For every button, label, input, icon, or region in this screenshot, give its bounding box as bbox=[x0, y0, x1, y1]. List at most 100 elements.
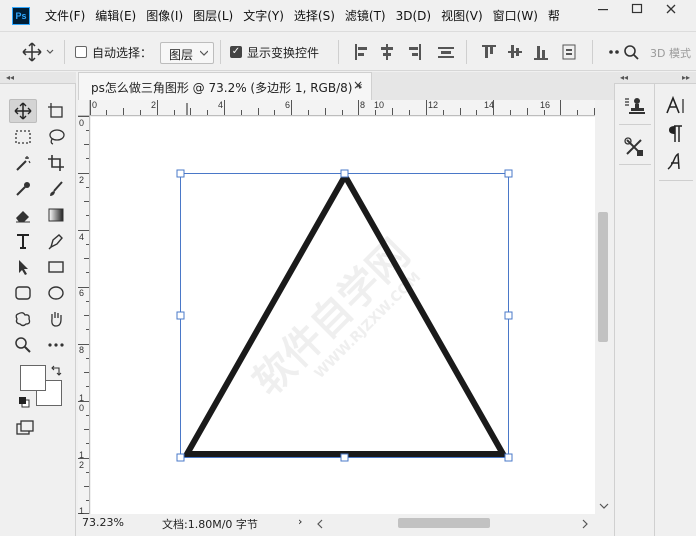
swap-icon bbox=[51, 365, 62, 376]
separator bbox=[64, 40, 65, 64]
swap-colors-button[interactable] bbox=[50, 365, 62, 380]
lasso-tool[interactable] bbox=[42, 125, 70, 149]
ruler-label: 1 0 bbox=[79, 393, 85, 413]
ellipse-icon bbox=[48, 286, 64, 300]
type-tool[interactable] bbox=[9, 229, 37, 253]
ruler-label: 8 bbox=[79, 345, 85, 355]
custom-shape-tool[interactable] bbox=[9, 307, 37, 331]
ruler-label: 14 bbox=[484, 100, 495, 110]
clone-source-panel-button[interactable] bbox=[618, 92, 652, 120]
maximize-button[interactable] bbox=[620, 0, 654, 24]
move-tool-preset[interactable] bbox=[22, 42, 54, 65]
arrow-pointer-icon bbox=[19, 260, 28, 275]
gradient-tool[interactable] bbox=[42, 203, 70, 227]
close-tab-icon[interactable]: × bbox=[353, 78, 363, 92]
ruler-label: 0 bbox=[92, 100, 98, 110]
menu-select[interactable]: 选择(S) bbox=[289, 0, 340, 32]
status-menu-arrow[interactable]: › bbox=[298, 515, 302, 528]
right-panel-column bbox=[614, 84, 654, 536]
path-selection-tool[interactable] bbox=[9, 255, 37, 279]
menu-type[interactable]: 文字(Y) bbox=[238, 0, 289, 32]
rounded-rectangle-icon bbox=[15, 286, 31, 300]
glyphs-panel-button[interactable] bbox=[659, 148, 693, 176]
tool-presets-panel-button[interactable] bbox=[618, 133, 652, 161]
separator bbox=[220, 40, 221, 64]
rectangle-tool[interactable] bbox=[42, 255, 70, 279]
ellipse-tool[interactable] bbox=[42, 281, 70, 305]
auto-select-checkbox[interactable] bbox=[75, 46, 87, 58]
character-icon bbox=[666, 96, 684, 114]
brush-tool[interactable] bbox=[42, 177, 70, 201]
move-tool[interactable] bbox=[9, 99, 37, 123]
close-icon bbox=[666, 4, 676, 14]
ruler-horizontal[interactable]: 0 2 4 6 8 10 12 14 16 bbox=[90, 100, 596, 116]
document-canvas[interactable]: 软件自学网 WWW.RJZXW.COM bbox=[91, 117, 595, 514]
pen-icon bbox=[48, 234, 63, 250]
close-window-button[interactable] bbox=[654, 0, 688, 24]
align-right-icon[interactable] bbox=[408, 44, 422, 60]
move-icon bbox=[14, 102, 32, 120]
menu-filter[interactable]: 滤镜(T) bbox=[340, 0, 391, 32]
right-panel-strip[interactable]: ◂◂ bbox=[614, 72, 654, 84]
artboard-icon bbox=[48, 103, 63, 118]
minimize-button[interactable] bbox=[586, 0, 620, 24]
marquee-icon bbox=[15, 130, 31, 144]
menu-layer[interactable]: 图层(L) bbox=[188, 0, 238, 32]
rounded-rectangle-tool[interactable] bbox=[9, 281, 37, 305]
vertical-scroll-thumb[interactable] bbox=[598, 212, 608, 342]
foreground-color-swatch[interactable] bbox=[20, 365, 46, 391]
menu-help[interactable]: 帮 bbox=[543, 0, 565, 32]
canvas-artwork: 软件自学网 WWW.RJZXW.COM bbox=[176, 169, 513, 462]
more-options-button[interactable] bbox=[608, 43, 648, 64]
menu-window[interactable]: 窗口(W) bbox=[488, 0, 543, 32]
show-transform-checkbox[interactable]: ✓ bbox=[230, 46, 242, 58]
ruler-corner[interactable] bbox=[78, 100, 90, 116]
default-colors-icon bbox=[19, 397, 30, 408]
default-colors-button[interactable] bbox=[18, 396, 30, 411]
ruler-vertical[interactable]: 0 2 4 6 8 1 0 1 2 1 bbox=[78, 116, 90, 514]
more-align-icon[interactable] bbox=[562, 44, 576, 60]
align-left-icon[interactable] bbox=[354, 44, 368, 60]
eraser-tool[interactable] bbox=[9, 203, 37, 227]
menu-file[interactable]: 文件(F) bbox=[40, 0, 90, 32]
auto-select-label: 自动选择： bbox=[92, 46, 153, 60]
align-vcenter-icon[interactable] bbox=[508, 44, 522, 60]
horizontal-scrollbar[interactable] bbox=[312, 514, 595, 532]
search-icon bbox=[609, 45, 639, 60]
screen-mode-button[interactable] bbox=[12, 416, 40, 440]
character-panel-button[interactable] bbox=[659, 92, 693, 120]
distribute-icon[interactable] bbox=[438, 44, 454, 60]
zoom-level[interactable]: 73.23% bbox=[82, 516, 124, 529]
collapse-icon: ◂◂ bbox=[6, 73, 15, 82]
more-tools-button[interactable] bbox=[42, 333, 70, 357]
scroll-right-icon bbox=[582, 519, 588, 529]
magic-wand-tool[interactable] bbox=[9, 151, 37, 175]
divider bbox=[619, 124, 651, 125]
layer-select-dropdown[interactable]: 图层 bbox=[160, 42, 214, 64]
menu-3d[interactable]: 3D(D) bbox=[391, 0, 436, 32]
horizontal-scroll-thumb[interactable] bbox=[398, 518, 490, 528]
ruler-label: 2 bbox=[151, 100, 157, 110]
paragraph-panel-button[interactable] bbox=[659, 120, 693, 148]
menu-edit[interactable]: 编辑(E) bbox=[90, 0, 141, 32]
vertical-scrollbar[interactable] bbox=[595, 100, 613, 514]
toolbar-collapse-strip[interactable]: ◂◂ bbox=[0, 72, 76, 84]
hand-tool[interactable] bbox=[42, 307, 70, 331]
align-bottom-icon[interactable] bbox=[534, 44, 548, 60]
artboard-tool[interactable] bbox=[42, 99, 70, 123]
zoom-tool[interactable] bbox=[9, 333, 37, 357]
align-top-icon[interactable] bbox=[482, 44, 496, 60]
crop-tool[interactable] bbox=[42, 151, 70, 175]
menu-image[interactable]: 图像(I) bbox=[141, 0, 188, 32]
right-panel-strip-2[interactable]: ▸▸ bbox=[654, 72, 696, 84]
eyedropper-tool[interactable] bbox=[9, 177, 37, 201]
ruler-label: 4 bbox=[79, 232, 85, 242]
custom-shape-icon bbox=[15, 312, 31, 327]
menu-bar: Ps 文件(F) 编辑(E) 图像(I) 图层(L) 文字(Y) 选择(S) 滤… bbox=[0, 0, 696, 32]
align-hcenter-icon[interactable] bbox=[380, 44, 394, 60]
pen-tool[interactable] bbox=[42, 229, 70, 253]
marquee-tool[interactable] bbox=[9, 125, 37, 149]
document-tab[interactable]: ps怎么做三角图形 @ 73.2% (多边形 1, RGB/8) * × bbox=[78, 72, 372, 100]
ruler-label: 6 bbox=[285, 100, 291, 110]
menu-view[interactable]: 视图(V) bbox=[436, 0, 488, 32]
